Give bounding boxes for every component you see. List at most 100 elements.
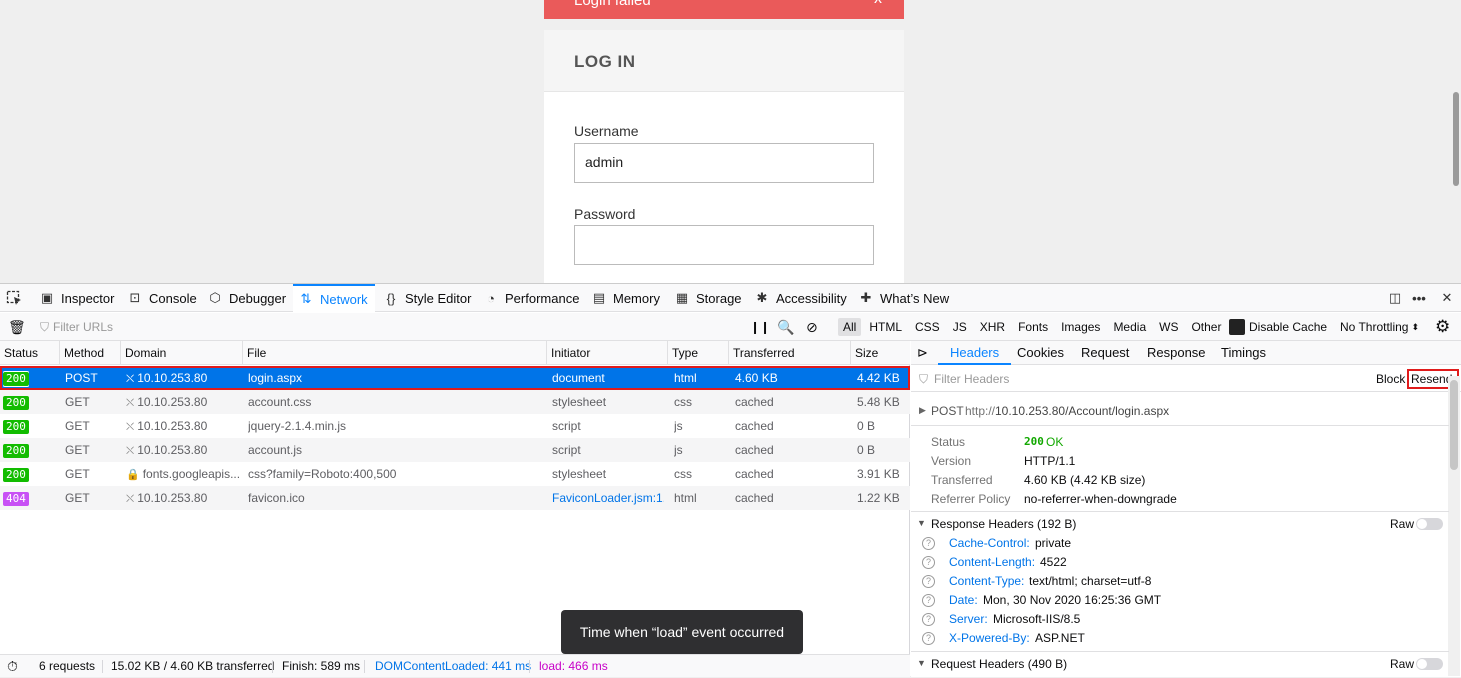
filter-urls-input[interactable]: ⛉ Filter URLs — [40, 313, 730, 341]
accessibility-icon: ✱ — [756, 290, 768, 305]
tab-memory[interactable]: ▤ Memory — [592, 284, 660, 312]
cell-type: css — [674, 390, 692, 414]
col-type[interactable]: Type — [668, 341, 729, 365]
status-badge: 200 — [3, 468, 29, 482]
cell-method: GET — [65, 486, 90, 510]
filter-fonts[interactable]: Fonts — [1013, 318, 1053, 336]
initiator-text: script — [552, 443, 581, 457]
debugger-icon: ⬡ — [209, 290, 221, 305]
request-row[interactable]: 200 GET ⛌ 10.10.253.80 jquery-2.1.4.min.js sc… — [0, 414, 910, 438]
network-settings-button[interactable]: ⚙ — [1435, 313, 1450, 341]
header-value: Mon, 30 Nov 2020 16:25:36 GMT — [983, 593, 1162, 607]
cell-domain: ⛌ 10.10.253.80 — [126, 438, 242, 462]
more-options-button[interactable]: ••• — [1412, 284, 1433, 312]
tab-accessibility[interactable]: ✱ Accessibility — [755, 284, 847, 312]
type-text: css — [674, 467, 692, 481]
password-input[interactable] — [574, 225, 874, 265]
initiator-text[interactable]: FaviconLoader.jsm:1... — [552, 491, 664, 505]
header-name: Server: — [949, 612, 988, 626]
help-icon[interactable]: ? — [922, 575, 935, 588]
tab-headers[interactable]: Headers — [938, 341, 1012, 365]
cell-initiator: stylesheet — [552, 390, 664, 414]
request-row[interactable]: 404 GET ⛌ 10.10.253.80 favicon.ico FaviconLoa… — [0, 486, 910, 510]
filter-media[interactable]: Media — [1108, 318, 1151, 336]
filter-all[interactable]: All — [838, 318, 862, 336]
tab-request[interactable]: Request — [1081, 341, 1129, 365]
filter-other[interactable]: Other — [1186, 318, 1226, 336]
filter-css[interactable]: CSS — [910, 318, 945, 336]
dock-side-button[interactable]: ◫ — [1388, 284, 1409, 312]
clear-requests-button[interactable]: 🗑 — [8, 313, 26, 341]
search-button[interactable]: 🔍 — [777, 313, 794, 341]
help-icon[interactable]: ? — [922, 537, 935, 550]
tab-whats-new[interactable]: ✚ What’s New — [859, 284, 950, 312]
tab-label: Accessibility — [776, 290, 847, 306]
help-icon[interactable]: ? — [922, 594, 935, 607]
filter-headers-input[interactable]: Filter Headers — [934, 372, 1009, 386]
help-icon[interactable]: ? — [922, 632, 935, 645]
tab-storage[interactable]: ▦ Storage — [675, 284, 742, 312]
request-row[interactable]: 200 GET ⛌ 10.10.253.80 account.js script js cac… — [0, 438, 910, 462]
filter-js[interactable]: JS — [948, 318, 972, 336]
details-scrollbar-thumb[interactable] — [1450, 380, 1458, 470]
network-status-bar: ⏱ 6 requests 15.02 KB / 4.60 KB transfer… — [0, 654, 910, 677]
response-headers-section[interactable]: ▼ Response Headers (192 B) Raw — [911, 511, 1449, 535]
request-headers-section[interactable]: ▼ Request Headers (490 B) Raw — [911, 651, 1449, 675]
col-method[interactable]: Method — [60, 341, 121, 365]
help-icon[interactable]: ? — [922, 556, 935, 569]
initiator-text: script — [552, 419, 581, 433]
col-status[interactable]: Status — [0, 341, 60, 365]
pause-button[interactable]: ❙❙ — [750, 313, 770, 341]
col-file[interactable]: File — [243, 341, 547, 365]
tab-debugger[interactable]: ⬡ Debugger — [208, 284, 286, 312]
devtools-panel: ▣ Inspector ⊡ Console ⬡ Debugger ⇅ Network {… — [0, 283, 1461, 677]
filter-html[interactable]: HTML — [864, 318, 907, 336]
filter-images[interactable]: Images — [1056, 318, 1105, 336]
cell-file: account.css — [248, 390, 311, 414]
filter-xhr[interactable]: XHR — [975, 318, 1010, 336]
expand-arrow-icon[interactable]: ▶ — [919, 405, 926, 416]
tab-performance[interactable]: ◔ Performance — [484, 284, 579, 312]
col-domain[interactable]: Domain — [121, 341, 243, 365]
toggle-sidebar-icon[interactable]: ⊳ — [917, 341, 928, 365]
close-icon: ✕ — [1441, 290, 1453, 305]
throttling-select[interactable]: No Throttling ⬍ — [1340, 313, 1419, 341]
raw-toggle[interactable] — [1416, 658, 1443, 670]
request-row[interactable]: 200 GET ⛌ 10.10.253.80 account.css stylesheet… — [0, 390, 910, 414]
request-row[interactable]: 200 GET 🔒 fonts.googleapis... css?family=Rob… — [0, 462, 910, 486]
search-icon: 🔍 — [777, 318, 795, 335]
page-scrollbar[interactable] — [1453, 92, 1459, 186]
tab-console[interactable]: ⊡ Console — [128, 284, 197, 312]
block-button[interactable]: Block — [1376, 372, 1405, 386]
username-input[interactable]: admin — [574, 143, 874, 183]
memory-icon: ▤ — [592, 290, 606, 305]
gear-icon: ⚙ — [1435, 317, 1451, 336]
domain-text: fonts.googleapis... — [142, 467, 241, 481]
raw-toggle[interactable] — [1416, 518, 1443, 530]
cell-domain: ⛌ 10.10.253.80 — [126, 414, 242, 438]
col-initiator[interactable]: Initiator — [547, 341, 668, 365]
col-transferred[interactable]: Transferred — [729, 341, 851, 365]
login-failed-alert: Login failed x — [544, 0, 904, 19]
col-size[interactable]: Size — [851, 341, 910, 365]
tab-inspector[interactable]: ▣ Inspector — [40, 284, 115, 312]
tab-style-editor[interactable]: {} Style Editor — [384, 284, 472, 312]
tab-timings[interactable]: Timings — [1221, 341, 1266, 365]
tab-cookies[interactable]: Cookies — [1017, 341, 1064, 365]
close-devtools-button[interactable]: ✕ — [1440, 284, 1461, 312]
load-time[interactable]: load: 466 ms — [539, 655, 608, 678]
header-name: X-Powered-By: — [949, 631, 1030, 645]
version-value: HTTP/1.1 — [1024, 454, 1076, 468]
cell-file: login.aspx — [248, 366, 302, 390]
method-text: GET — [65, 395, 90, 409]
tab-network[interactable]: ⇅ Network — [293, 284, 375, 312]
help-icon[interactable]: ? — [922, 613, 935, 626]
block-urls-button[interactable]: ⊘ — [806, 313, 818, 341]
alert-close-button[interactable]: x — [874, 0, 882, 8]
request-row[interactable]: 200 POST ⛌ 10.10.253.80 login.aspx document ht… — [0, 366, 910, 390]
disable-cache-checkbox[interactable]: Disable Cache — [1229, 313, 1327, 341]
cell-size: 4.42 KB — [857, 366, 900, 390]
element-picker-button[interactable] — [6, 284, 22, 312]
filter-ws[interactable]: WS — [1154, 318, 1183, 336]
tab-response[interactable]: Response — [1147, 341, 1206, 365]
